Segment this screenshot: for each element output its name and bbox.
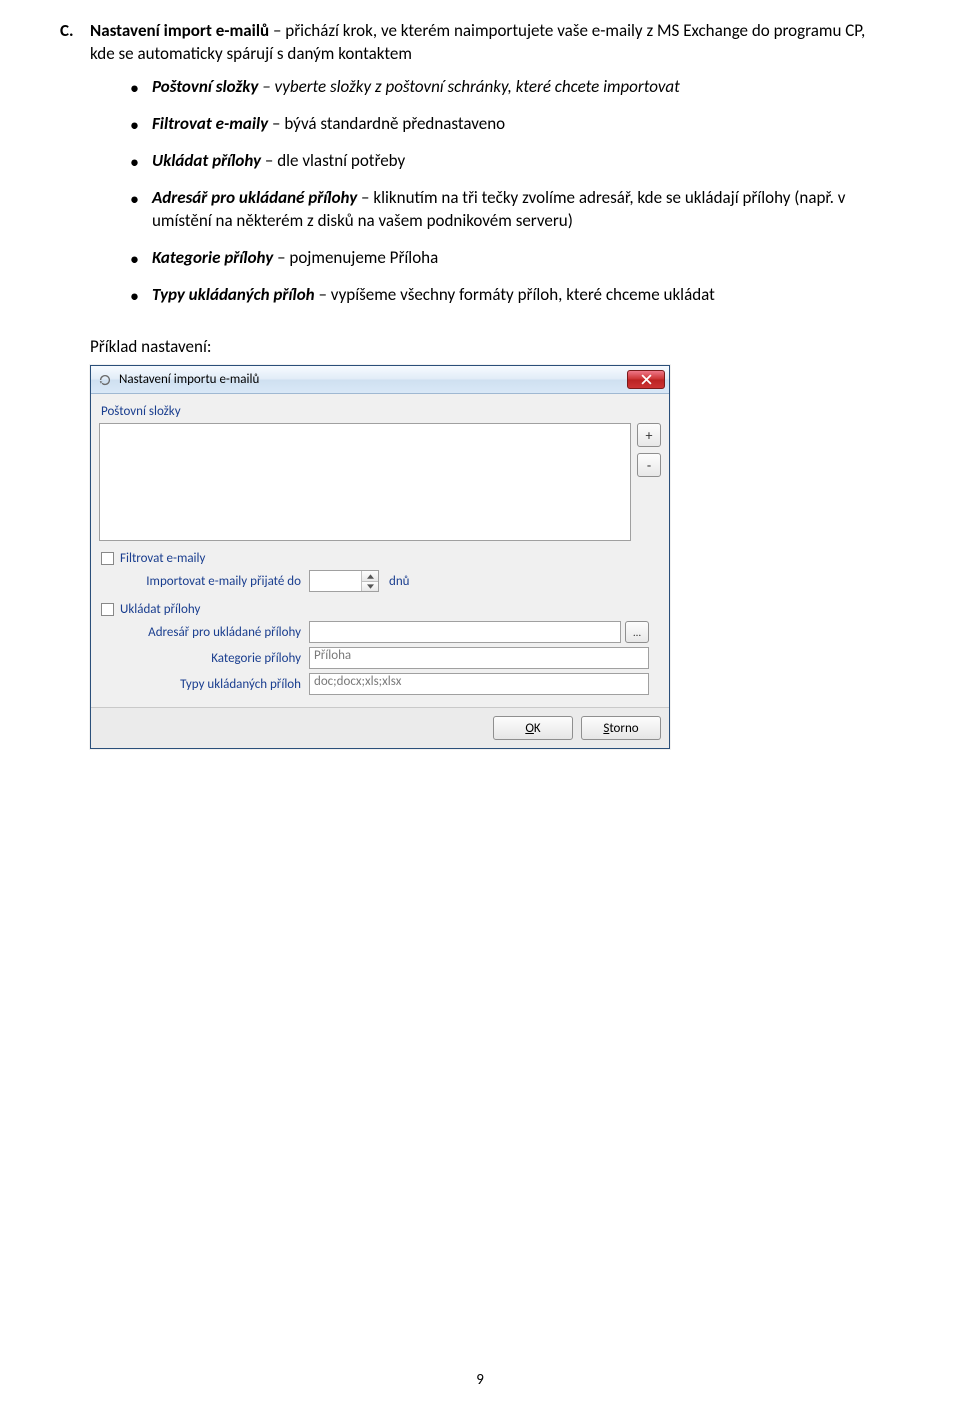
page-number: 9	[0, 1371, 960, 1389]
dialog-footer: OK Storno	[91, 707, 669, 748]
close-icon	[641, 374, 652, 385]
title-bar: Nastavení importu e-mailů	[91, 366, 669, 394]
window-title: Nastavení importu e-mailů	[119, 372, 621, 387]
list-item: Filtrovat e-maily – bývá standardně před…	[130, 113, 880, 136]
close-button[interactable]	[627, 370, 665, 389]
list-item: Adresář pro ukládané přílohy – kliknutím…	[130, 187, 880, 233]
browse-button[interactable]: …	[625, 621, 649, 643]
import-days-row: Importovat e-maily přijaté do dnů	[99, 570, 661, 592]
chevron-up-icon	[367, 574, 374, 579]
folders-listbox[interactable]	[99, 423, 631, 541]
save-att-row: Ukládat přílohy	[101, 602, 661, 617]
bullet-term: Ukládat přílohy	[152, 150, 261, 171]
spin-down-button[interactable]	[362, 581, 378, 592]
bullet-term: Adresář pro ukládané přílohy	[152, 187, 357, 208]
category-row: Kategorie přílohy Příloha	[99, 647, 661, 669]
types-label: Typy ukládaných příloh	[99, 677, 309, 692]
bullet-term: Filtrovat e-maily	[152, 113, 268, 134]
list-item: Ukládat přílohy – dle vlastní potřeby	[130, 150, 880, 173]
save-attachments-checkbox[interactable]	[101, 603, 114, 616]
example-label: Příklad nastavení:	[90, 336, 880, 357]
import-days-value[interactable]	[310, 571, 361, 591]
filter-emails-row: Filtrovat e-maily	[101, 551, 661, 566]
bullet-rest: – vyberte složky z poštovní schránky, kt…	[258, 76, 679, 97]
bullet-rest: – pojmenujeme Příloha	[273, 247, 438, 268]
ok-rest: K	[534, 721, 541, 736]
import-days-spinner[interactable]	[309, 570, 379, 592]
chevron-down-icon	[367, 584, 374, 589]
spin-up-button[interactable]	[362, 571, 378, 581]
filter-emails-label: Filtrovat e-maily	[120, 551, 205, 566]
types-row: Typy ukládaných příloh doc;docx;xls;xlsx	[99, 673, 661, 695]
folders-section-label: Poštovní složky	[101, 404, 659, 419]
category-input[interactable]: Příloha	[309, 647, 649, 669]
list-item: Poštovní složky – vyberte složky z pošto…	[130, 76, 880, 99]
bullet-rest: – vypíšeme všechny formáty příloh, které…	[315, 284, 715, 305]
list-item: Kategorie přílohy – pojmenujeme Příloha	[130, 247, 880, 270]
bullet-rest: – dle vlastní potřeby	[261, 150, 405, 171]
add-folder-button[interactable]: +	[637, 423, 661, 447]
attachments-dir-label: Adresář pro ukládané přílohy	[99, 625, 309, 640]
filter-emails-checkbox[interactable]	[101, 552, 114, 565]
list-item: Typy ukládaných příloh – vypíšeme všechn…	[130, 284, 880, 307]
ok-underline: O	[525, 721, 534, 736]
dir-row: Adresář pro ukládané přílohy …	[99, 621, 661, 643]
cancel-button[interactable]: Storno	[581, 716, 661, 740]
section-heading: C. Nastavení import e-mailů – přichází k…	[60, 20, 880, 66]
types-input[interactable]: doc;docx;xls;xlsx	[309, 673, 649, 695]
bullet-list: Poštovní složky – vyberte složky z pošto…	[130, 76, 880, 307]
bullet-term: Typy ukládaných příloh	[152, 284, 315, 305]
dialog-window: Nastavení importu e-mailů Poštovní složk…	[90, 365, 670, 749]
category-label: Kategorie přílohy	[99, 651, 309, 666]
import-days-label: Importovat e-maily přijaté do	[99, 574, 309, 589]
save-attachments-label: Ukládat přílohy	[120, 602, 200, 617]
section-marker: C.	[60, 20, 82, 66]
bullet-term: Poštovní složky	[152, 76, 258, 97]
section-body: Nastavení import e-mailů – přichází krok…	[90, 20, 880, 66]
heading-bold: Nastavení import e-mailů	[90, 20, 269, 41]
attachments-dir-input[interactable]	[309, 621, 621, 643]
cancel-rest: torno	[609, 721, 638, 736]
remove-folder-button[interactable]: -	[637, 453, 661, 477]
dialog-body: Poštovní složky + - Filtrovat e-maily Im…	[91, 394, 669, 707]
ok-button[interactable]: OK	[493, 716, 573, 740]
bullet-term: Kategorie přílohy	[152, 247, 273, 268]
import-days-unit: dnů	[389, 574, 410, 589]
bullet-rest: – bývá standardně přednastaveno	[268, 113, 505, 134]
refresh-icon	[97, 372, 113, 388]
